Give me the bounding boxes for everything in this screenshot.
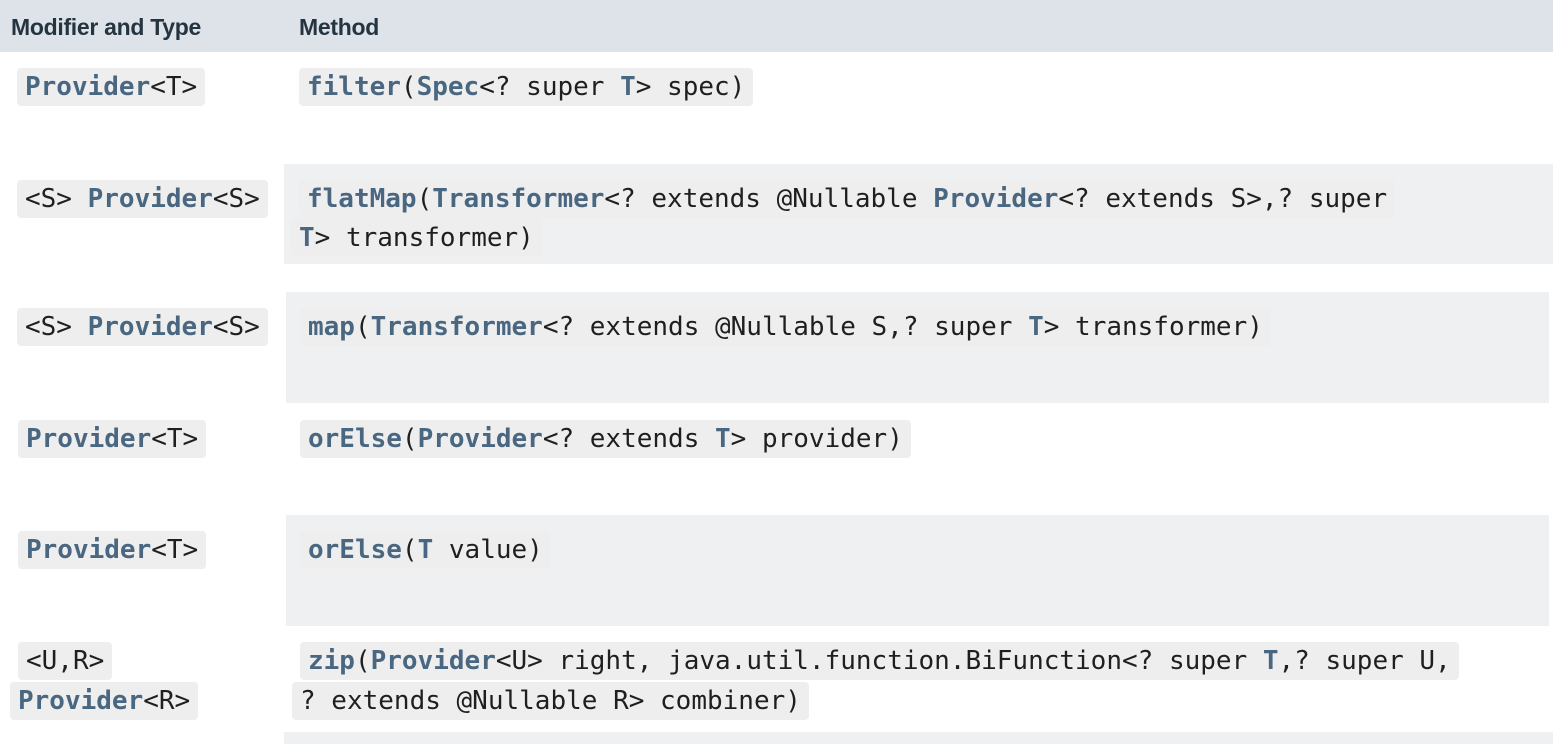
method-signature: flatMap(Transformer<? extends @Nullable …	[299, 180, 1396, 218]
table-row-bg	[284, 732, 1553, 744]
method-signature: zip(Provider<U> right, java.util.functio…	[300, 642, 1459, 680]
param-text: <? extends S>,? super	[1058, 184, 1388, 214]
param-text: > transformer)	[314, 223, 534, 253]
type-link[interactable]: T	[1263, 646, 1279, 676]
param-text: (	[354, 646, 371, 676]
type-link[interactable]: Transformer	[432, 184, 604, 214]
type-link[interactable]: Transformer	[371, 312, 543, 342]
method-link-zip[interactable]: zip	[308, 646, 355, 676]
return-type: Provider<T>	[18, 420, 207, 458]
type-link-provider[interactable]: Provider	[25, 72, 150, 102]
column-header-modifier: Modifier and Type	[11, 14, 201, 40]
return-type: <S> Provider<S>	[17, 180, 268, 218]
method-signature: map(Transformer<? extends @Nullable S,? …	[300, 308, 1271, 346]
param-text: <? extends @Nullable S,? super	[542, 312, 1029, 342]
param-text: <? super	[479, 72, 621, 102]
type-link[interactable]: Provider	[933, 184, 1058, 214]
param-text: (	[416, 184, 433, 214]
type-link[interactable]: T	[1028, 312, 1044, 342]
method-signature-continued: T> transformer)	[291, 219, 542, 257]
type-link-provider[interactable]: Provider	[88, 184, 213, 214]
type-link[interactable]: Provider	[371, 646, 496, 676]
method-signature: orElse(Provider<? extends T> provider)	[300, 420, 911, 458]
param-text: value)	[433, 535, 543, 565]
param-text: (	[401, 535, 418, 565]
param-text: > provider)	[730, 424, 903, 454]
type-link[interactable]: Spec	[417, 72, 480, 102]
return-type: <S> Provider<S>	[17, 308, 268, 346]
method-link-orelse-value[interactable]: orElse	[308, 535, 402, 565]
method-link-map[interactable]: map	[308, 312, 355, 342]
param-text: ,? super U,	[1278, 646, 1451, 676]
column-header-method: Method	[299, 14, 379, 40]
param-text: > transformer)	[1043, 312, 1263, 342]
method-link-filter[interactable]: filter	[307, 72, 401, 102]
type-link-provider[interactable]: Provider	[26, 424, 151, 454]
param-text: ? extends @Nullable R> combiner)	[300, 686, 801, 716]
type-link[interactable]: Provider	[418, 424, 543, 454]
param-text: <U> right, java.util.function.BiFunction…	[495, 646, 1263, 676]
return-type-prefix: <U,R>	[18, 642, 113, 680]
method-signature-continued: ? extends @Nullable R> combiner)	[292, 682, 809, 720]
method-link-flatmap[interactable]: flatMap	[307, 184, 417, 214]
param-text: <? extends	[542, 424, 715, 454]
method-signature: filter(Spec<? super T> spec)	[299, 68, 754, 106]
method-link-orelse-provider[interactable]: orElse	[308, 424, 402, 454]
param-text: > spec)	[635, 72, 746, 102]
method-signature: orElse(T value)	[300, 531, 551, 569]
param-text: (	[400, 72, 417, 102]
return-type: Provider<R>	[10, 682, 199, 720]
type-link[interactable]: T	[299, 223, 315, 253]
type-link-provider[interactable]: Provider	[26, 535, 151, 565]
return-type: Provider<T>	[17, 68, 206, 106]
type-link[interactable]: T	[715, 424, 731, 454]
param-text: <? extends @Nullable	[604, 184, 934, 214]
type-link-provider[interactable]: Provider	[18, 686, 143, 716]
return-type: Provider<T>	[18, 531, 207, 569]
param-text: (	[401, 424, 418, 454]
type-link[interactable]: T	[418, 535, 434, 565]
type-link[interactable]: T	[620, 72, 636, 102]
table-header: Modifier and Type Method	[0, 0, 1553, 52]
param-text: (	[354, 312, 371, 342]
type-link-provider[interactable]: Provider	[88, 312, 213, 342]
